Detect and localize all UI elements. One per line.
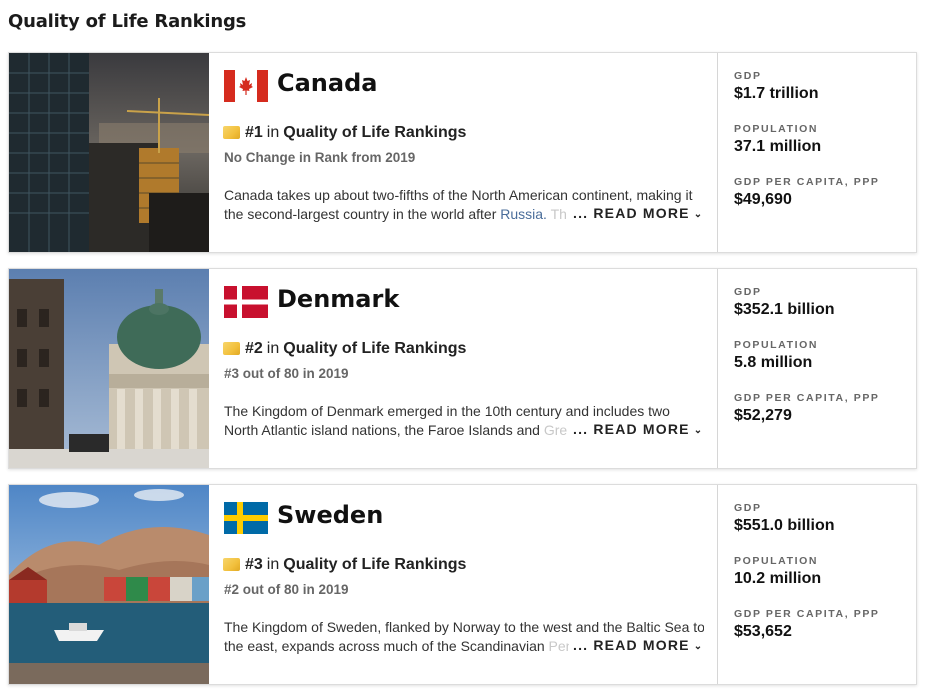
rank-in-text: in [266, 556, 280, 573]
rank-in-text: in [266, 124, 280, 141]
rank-number: #2 [245, 340, 263, 357]
desc-text: the east, expands across much of the Sca… [224, 638, 545, 654]
country-stats: GDP $551.0 billion POPULATION 10.2 milli… [718, 485, 916, 684]
stat-label-population: POPULATION [734, 555, 819, 567]
stat-label-gdp-per-capita: GDP PER CAPITA, PPP [734, 608, 880, 620]
country-name[interactable]: Canada [277, 69, 377, 97]
card-content: Denmark #2 in Quality of Life Rankings #… [209, 269, 718, 468]
stat-value-gdp-per-capita: $49,690 [734, 191, 792, 208]
rank-change: No Change in Rank from 2019 [224, 150, 416, 165]
desc-text: North Atlantic island nations, the Faroe… [224, 422, 540, 438]
sweden-harbor-photo[interactable] [9, 485, 209, 684]
ribbon-icon [223, 125, 240, 139]
stat-label-gdp-per-capita: GDP PER CAPITA, PPP [734, 176, 880, 188]
denmark-church-photo[interactable] [9, 269, 209, 468]
card-content: Sweden #3 in Quality of Life Rankings #2… [209, 485, 718, 684]
canada-flag-icon [224, 70, 268, 102]
desc-fade-text: Gre [543, 422, 568, 438]
russia-link[interactable]: Russia. [500, 206, 547, 222]
country-card-sweden: Sweden #3 in Quality of Life Rankings #2… [8, 484, 917, 685]
country-stats: GDP $1.7 trillion POPULATION 37.1 millio… [718, 53, 916, 252]
stat-value-gdp-per-capita: $52,279 [734, 407, 792, 424]
stat-value-gdp: $551.0 billion [734, 517, 835, 534]
chevron-down-icon: ⌄ [693, 209, 704, 220]
stat-label-population: POPULATION [734, 339, 819, 351]
read-more-button[interactable]: ... READ MORE ⌄ [569, 421, 704, 437]
rank-line: #3 in Quality of Life Rankings [223, 556, 466, 574]
stat-label-population: POPULATION [734, 123, 819, 135]
country-name[interactable]: Sweden [277, 501, 383, 529]
ranking-list-link[interactable]: Quality of Life Rankings [283, 340, 466, 358]
sweden-flag-icon [224, 502, 268, 534]
chevron-down-icon: ⌄ [693, 425, 704, 436]
country-name[interactable]: Denmark [277, 285, 399, 313]
rank-line: #1 in Quality of Life Rankings [223, 124, 466, 142]
ribbon-icon [223, 341, 240, 355]
chevron-down-icon: ⌄ [693, 641, 704, 652]
stat-label-gdp: GDP [734, 502, 762, 514]
ribbon-icon [223, 557, 240, 571]
denmark-flag-icon [224, 286, 268, 318]
read-more-button[interactable]: ... READ MORE ⌄ [569, 637, 704, 653]
read-more-button[interactable]: ... READ MORE ⌄ [569, 205, 704, 221]
country-card-canada: Canada #1 in Quality of Life Rankings No… [8, 52, 917, 253]
rank-number: #1 [245, 124, 263, 141]
canada-city-photo[interactable] [9, 53, 209, 252]
rank-change: #2 out of 80 in 2019 [224, 582, 349, 597]
desc-line: The Kingdom of Denmark emerged in the 10… [224, 403, 670, 419]
country-stats: GDP $352.1 billion POPULATION 5.8 millio… [718, 269, 916, 468]
card-content: Canada #1 in Quality of Life Rankings No… [209, 53, 718, 252]
read-more-label: ... READ MORE [573, 205, 690, 221]
rank-change: #3 out of 80 in 2019 [224, 366, 349, 381]
stat-label-gdp-per-capita: GDP PER CAPITA, PPP [734, 392, 880, 404]
stat-value-gdp: $352.1 billion [734, 301, 835, 318]
desc-line: Canada takes up about two-fifths of the … [224, 187, 693, 203]
ranking-list-link[interactable]: Quality of Life Rankings [283, 556, 466, 574]
read-more-label: ... READ MORE [573, 421, 690, 437]
page-title: Quality of Life Rankings [8, 11, 247, 32]
stat-value-gdp: $1.7 trillion [734, 85, 819, 102]
stat-value-population: 5.8 million [734, 354, 813, 371]
rank-in-text: in [266, 340, 280, 357]
rank-number: #3 [245, 556, 263, 573]
stat-value-gdp-per-capita: $53,652 [734, 623, 792, 640]
stat-label-gdp: GDP [734, 70, 762, 82]
desc-fade-text: Th [550, 206, 567, 222]
country-card-denmark: Denmark #2 in Quality of Life Rankings #… [8, 268, 917, 469]
ranking-list-link[interactable]: Quality of Life Rankings [283, 124, 466, 142]
desc-text: the second-largest country in the world … [224, 206, 497, 222]
read-more-label: ... READ MORE [573, 637, 690, 653]
rank-line: #2 in Quality of Life Rankings [223, 340, 466, 358]
stat-value-population: 10.2 million [734, 570, 822, 587]
stat-label-gdp: GDP [734, 286, 762, 298]
stat-value-population: 37.1 million [734, 138, 822, 155]
desc-line: The Kingdom of Sweden, flanked by Norway… [224, 619, 704, 635]
